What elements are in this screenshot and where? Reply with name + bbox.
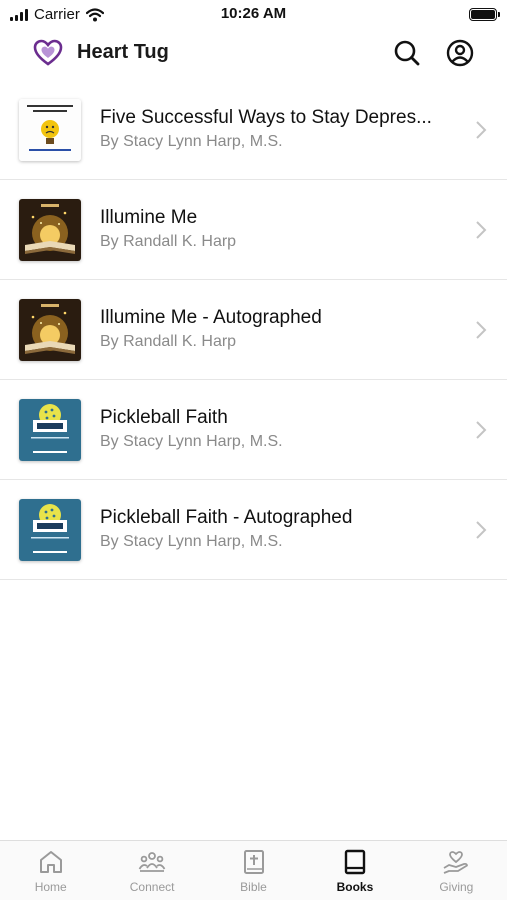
tab-label: Connect — [129, 880, 175, 894]
bible-icon — [243, 850, 264, 874]
tab-connect[interactable]: Connect — [101, 841, 202, 900]
book-row[interactable]: Pickleball Faith - Autographed By Stacy … — [0, 480, 507, 580]
status-bar: Carrier 10:26 AM — [0, 0, 507, 30]
book-title: Five Successful Ways to Stay Depres... — [100, 107, 432, 128]
glowing-book-cover — [19, 199, 81, 261]
book-title: Pickleball Faith — [100, 407, 228, 428]
book-title: Illumine Me — [100, 207, 198, 228]
battery-icon — [469, 8, 500, 21]
giving-hand-icon — [443, 851, 469, 874]
heart-logo-icon — [33, 39, 63, 66]
book-row[interactable]: Five Successful Ways to Stay Depres... B… — [0, 80, 507, 180]
book-row[interactable]: Pickleball Faith By Stacy Lynn Harp, M.S… — [0, 380, 507, 480]
book-title: Pickleball Faith - Autographed — [100, 507, 353, 528]
chevron-right-icon — [476, 521, 487, 539]
search-icon — [394, 40, 420, 66]
account-circle-icon — [446, 39, 474, 67]
tab-giving[interactable]: Giving — [406, 841, 507, 900]
book-author: By Randall K. Harp — [100, 333, 237, 350]
search-button[interactable] — [392, 38, 422, 68]
chevron-right-icon — [476, 121, 487, 139]
glowing-book-cover — [19, 299, 81, 361]
tab-label: Bible — [240, 880, 267, 894]
app-title: Heart Tug — [77, 41, 169, 63]
book-list: Five Successful Ways to Stay Depres... B… — [0, 80, 507, 580]
tab-home[interactable]: Home — [0, 841, 101, 900]
book-author: By Randall K. Harp — [100, 233, 237, 250]
pickleball-cover — [19, 399, 81, 461]
book-icon — [344, 849, 366, 875]
tab-books[interactable]: Books — [304, 841, 405, 900]
tab-label: Books — [336, 880, 374, 894]
people-icon — [138, 852, 166, 872]
emoji-cover — [19, 99, 81, 161]
book-title: Illumine Me - Autographed — [100, 307, 322, 328]
chevron-right-icon — [476, 321, 487, 339]
pickleball-cover — [19, 499, 81, 561]
tab-bible[interactable]: Bible — [203, 841, 304, 900]
tab-label: Giving — [439, 880, 474, 894]
tab-bar: Home Connect Bible Books Giving — [0, 840, 507, 900]
account-button[interactable] — [445, 38, 475, 68]
home-icon — [39, 851, 62, 873]
book-author: By Stacy Lynn Harp, M.S. — [100, 533, 283, 550]
status-time: 10:26 AM — [220, 5, 287, 22]
nav-header: Heart Tug — [0, 30, 507, 78]
tab-label: Home — [34, 880, 67, 894]
book-author: By Stacy Lynn Harp, M.S. — [100, 133, 283, 150]
book-row[interactable]: Illumine Me - Autographed By Randall K. … — [0, 280, 507, 380]
book-author: By Stacy Lynn Harp, M.S. — [100, 433, 283, 450]
chevron-right-icon — [476, 421, 487, 439]
chevron-right-icon — [476, 221, 487, 239]
book-row[interactable]: Illumine Me By Randall K. Harp — [0, 180, 507, 280]
